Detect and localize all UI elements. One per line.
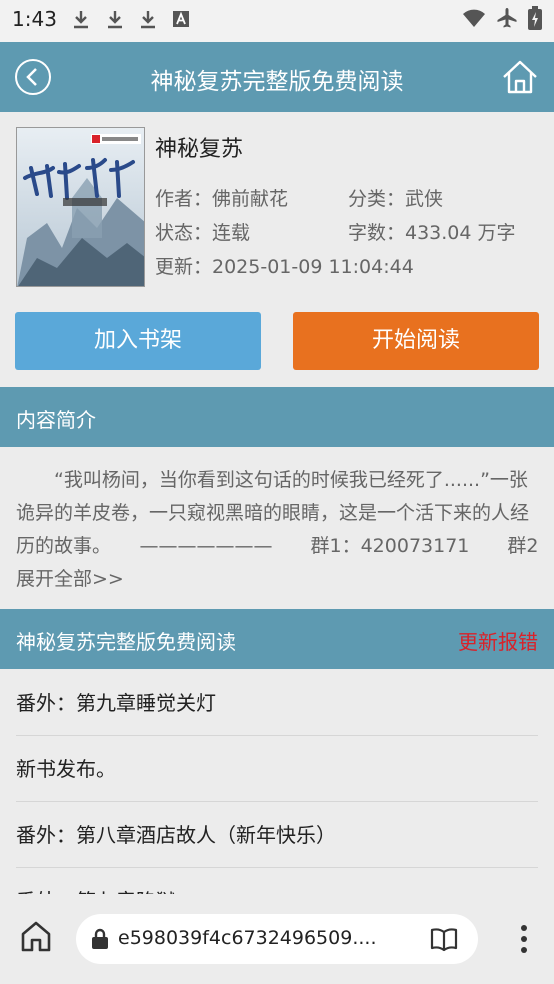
home-icon[interactable] xyxy=(500,57,540,97)
cover-illustration xyxy=(17,128,144,286)
book-category: 分类：武侠 xyxy=(348,188,444,210)
download-icon xyxy=(141,11,155,29)
page-title: 神秘复苏完整版免费阅读 xyxy=(150,69,404,95)
intro-heading: 内容简介 xyxy=(16,408,96,432)
address-bar[interactable]: e598039f4c6732496509.... xyxy=(76,914,478,964)
intro-header: 内容简介 xyxy=(0,387,554,447)
browser-toolbar: e598039f4c6732496509.... xyxy=(0,894,554,984)
reader-mode-icon[interactable] xyxy=(430,925,458,953)
intro-text: “我叫杨间，当你看到这句话的时候我已经死了......”一张诡异的羊皮卷，一只窥… xyxy=(16,464,540,596)
font-icon xyxy=(173,11,189,27)
intro-section: “我叫杨间，当你看到这句话的时候我已经死了......”一张诡异的羊皮卷，一只窥… xyxy=(0,447,554,609)
back-button[interactable] xyxy=(15,59,51,95)
book-info: 神秘复苏 作者：佛前献花 分类：武侠 状态：连载 字数：433.04 万字 更新… xyxy=(0,112,554,387)
download-icon xyxy=(74,11,88,29)
book-title: 神秘复苏 xyxy=(155,137,244,162)
airplane-mode-icon xyxy=(497,8,517,28)
chapter-list: 番外：第九章睡觉关灯 新书发布。 番外：第八章酒店故人（新年快乐） 番外：第七章… xyxy=(0,670,554,900)
wifi-icon xyxy=(463,9,485,27)
url-text: e598039f4c6732496509.... xyxy=(118,927,377,949)
more-options-icon[interactable] xyxy=(520,924,528,954)
intro-body: “我叫杨间，当你看到这句话的时候我已经死了......”一张诡异的羊皮卷，一只窥… xyxy=(16,469,539,557)
status-bar: 1:43 xyxy=(0,0,554,42)
download-icon xyxy=(108,11,122,29)
chapter-list-heading: 神秘复苏完整版免费阅读 xyxy=(16,630,236,654)
chapter-list-header: 神秘复苏完整版免费阅读 更新报错 xyxy=(0,609,554,669)
chapter-item[interactable]: 番外：第九章睡觉关灯 xyxy=(16,670,538,736)
top-header: 神秘复苏完整版免费阅读 xyxy=(0,42,554,112)
book-cover[interactable] xyxy=(16,127,145,287)
chapter-item[interactable]: 新书发布。 xyxy=(16,736,538,802)
book-status: 状态：连载 xyxy=(155,222,251,244)
expand-all-link[interactable]: 展开全部>> xyxy=(16,568,124,590)
start-reading-button[interactable]: 开始阅读 xyxy=(293,312,539,370)
book-word-count: 字数：433.04 万字 xyxy=(348,222,516,244)
add-to-shelf-button[interactable]: 加入书架 xyxy=(15,312,261,370)
book-updated: 更新：2025-01-09 11:04:44 xyxy=(155,256,414,278)
browser-home-icon[interactable] xyxy=(18,918,54,954)
lock-icon xyxy=(92,928,108,949)
report-error-link[interactable]: 更新报错 xyxy=(458,626,538,655)
battery-charging-icon xyxy=(528,6,542,30)
chapter-item[interactable]: 番外：第八章酒店故人（新年快乐） xyxy=(16,802,538,868)
status-time: 1:43 xyxy=(12,7,57,31)
chevron-left-icon xyxy=(26,68,37,86)
book-author: 作者：佛前献花 xyxy=(155,188,289,210)
